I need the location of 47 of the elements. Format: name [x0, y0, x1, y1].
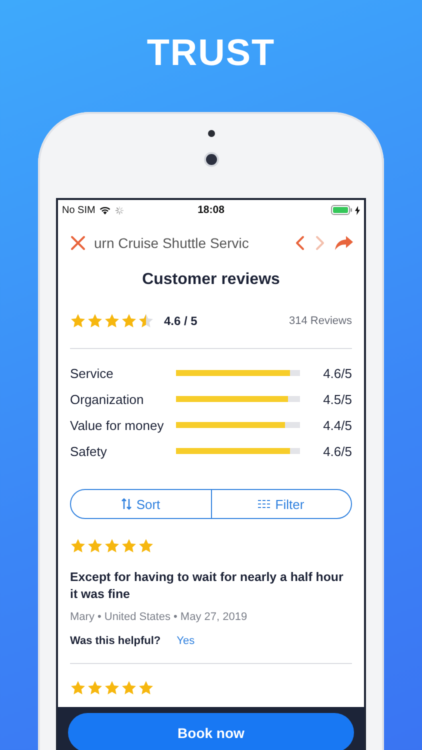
book-now-button[interactable]: Book now: [68, 713, 354, 750]
star-icon: [87, 313, 103, 329]
star-icon: [104, 313, 120, 329]
star-icon: [138, 680, 154, 696]
star-icon: [104, 680, 120, 696]
spinner-icon: [115, 206, 124, 214]
category-score: 4.5/5: [322, 392, 352, 406]
close-icon[interactable]: [70, 235, 86, 251]
star-icon: [121, 680, 137, 696]
filter-button[interactable]: Filter: [212, 489, 352, 519]
star-icon: [70, 680, 86, 696]
star-icon: [70, 538, 86, 554]
star-icon: [138, 538, 154, 554]
average-score: 4.6 / 5: [164, 314, 198, 328]
yes-link[interactable]: Yes: [176, 635, 195, 647]
section-heading: Customer reviews: [141, 270, 281, 290]
star-icon: [87, 680, 103, 696]
helpful-prompt: Was this helpful?: [70, 635, 161, 647]
sort-button[interactable]: Sort: [70, 489, 212, 519]
star-icon: [87, 538, 103, 554]
filter-icon: [258, 499, 272, 509]
carrier-label: No SIM: [62, 204, 96, 216]
category-score: 4.4/5: [322, 418, 352, 432]
category-label: Service: [70, 366, 114, 380]
star-icon: [121, 313, 137, 329]
category-score: 4.6/5: [322, 444, 352, 458]
star-icon: [104, 538, 120, 554]
battery-icon: [331, 205, 354, 215]
share-icon[interactable]: [334, 235, 354, 251]
star-icon: [70, 313, 86, 329]
category-label: Value for money: [70, 418, 165, 432]
category-label: Safety: [70, 444, 108, 458]
sort-icon: [121, 498, 132, 510]
category-score: 4.6/5: [322, 366, 352, 380]
star-icon: [138, 313, 154, 329]
nav-title: urn Cruise Shuttle Servic: [94, 235, 250, 251]
review-count: 314 Reviews: [289, 315, 352, 327]
status-time: 18:08: [198, 204, 224, 216]
speaker-dot: [208, 130, 214, 137]
charging-icon: [355, 206, 360, 214]
category-label: Organization: [70, 392, 145, 406]
wifi-icon: [99, 206, 112, 214]
star-icon: [121, 538, 137, 554]
camera-dot: [206, 154, 216, 165]
review-meta: Mary • United States • May 27, 2019: [70, 611, 248, 623]
headline: TRUST: [146, 31, 276, 75]
review-title: Except for having to wait for nearly a half hour it was fine: [70, 569, 344, 603]
